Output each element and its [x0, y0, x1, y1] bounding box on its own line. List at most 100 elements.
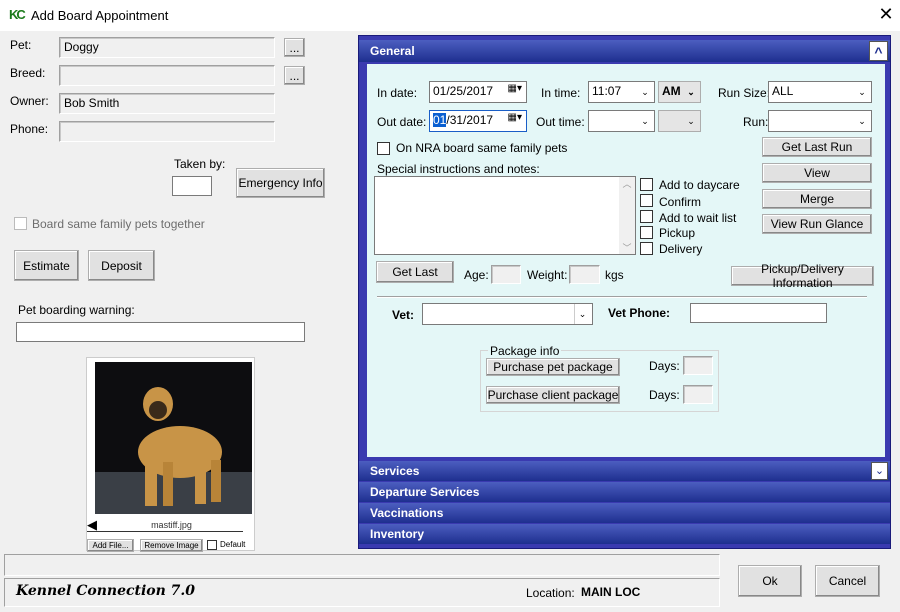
out-time-label: Out time:: [536, 115, 585, 129]
breed-browse-button[interactable]: ...: [284, 66, 305, 85]
scroll-up-icon[interactable]: ︿: [619, 177, 635, 190]
package-info-label: Package info: [488, 344, 562, 358]
taken-by-label: Taken by:: [174, 157, 226, 171]
client-days-field: [683, 385, 713, 404]
emergency-info-button[interactable]: Emergency Info: [236, 168, 325, 198]
board-family-label: Board same family pets together: [32, 217, 205, 231]
scroll-down-icon[interactable]: ﹀: [619, 241, 635, 254]
appointment-panel: General ^ In date: 01/25/2017 ▦▾ In time…: [358, 35, 891, 549]
out-ampm-select[interactable]: ⌄: [658, 110, 701, 132]
confirm-label: Confirm: [659, 195, 702, 209]
view-run-glance-button[interactable]: View Run Glance: [762, 214, 872, 234]
vet-select[interactable]: ⌄: [422, 303, 593, 325]
default-label: Default: [220, 540, 246, 549]
location-label: Location:: [526, 586, 575, 600]
daycare-label: Add to daycare: [659, 178, 740, 192]
default-checkbox[interactable]: [207, 540, 217, 550]
phone-label: Phone:: [10, 122, 49, 136]
deposit-button[interactable]: Deposit: [88, 250, 155, 281]
purchase-pet-package-button[interactable]: Purchase pet package: [486, 358, 620, 376]
pickup-label: Pickup: [659, 226, 696, 240]
departure-services-label: Departure Services: [370, 485, 480, 499]
wait-list-label: Add to wait list: [659, 211, 737, 225]
notes-label: Special instructions and notes:: [377, 162, 540, 176]
out-time-select[interactable]: ⌄: [588, 110, 655, 132]
ampm-select[interactable]: AM ⌄: [658, 81, 701, 103]
get-last-run-button[interactable]: Get Last Run: [762, 137, 872, 157]
pet-field: Doggy: [59, 37, 275, 58]
confirm-checkbox[interactable]: [640, 194, 653, 207]
estimate-button[interactable]: Estimate: [14, 250, 79, 281]
remove-image-button[interactable]: Remove Image: [140, 539, 203, 552]
inventory-header[interactable]: Inventory: [359, 524, 890, 544]
run-select[interactable]: ⌄: [768, 110, 872, 132]
chevron-down-icon: ⌄: [687, 115, 695, 126]
board-family-checkbox[interactable]: [14, 217, 27, 230]
collapse-up-icon[interactable]: ^: [869, 41, 888, 61]
in-date-picker[interactable]: 01/25/2017 ▦▾: [429, 81, 527, 103]
app-logo: KC: [9, 7, 26, 22]
out-date-picker[interactable]: 01/31/2017 ▦▾: [429, 110, 527, 132]
age-label: Age:: [464, 268, 489, 282]
warning-label: Pet boarding warning:: [18, 303, 135, 317]
warning-input[interactable]: [16, 322, 305, 342]
ok-button[interactable]: Ok: [738, 565, 802, 597]
departure-services-header[interactable]: Departure Services: [359, 482, 890, 502]
age-field: [491, 265, 521, 284]
run-size-select[interactable]: ALL ⌄: [768, 81, 872, 103]
daycare-checkbox[interactable]: [640, 178, 653, 191]
close-icon[interactable]: ✕: [876, 4, 896, 25]
in-date-label: In date:: [377, 86, 418, 100]
pet-image-frame: ◀ mastiff.jpg Add File... Remove Image D…: [86, 357, 255, 552]
delivery-label: Delivery: [659, 242, 703, 256]
nra-checkbox[interactable]: [377, 142, 390, 155]
general-header[interactable]: General: [359, 40, 890, 62]
divider: [377, 296, 867, 298]
calendar-icon[interactable]: ▦▾: [508, 112, 522, 123]
calendar-icon[interactable]: ▦▾: [508, 83, 522, 94]
run-size-label: Run Size:: [718, 86, 771, 100]
pet-photo: [95, 362, 252, 514]
pickup-checkbox[interactable]: [640, 226, 653, 239]
add-file-button[interactable]: Add File...: [87, 539, 134, 552]
chevron-down-icon: ⌄: [641, 115, 649, 126]
services-header-label: Services: [370, 464, 420, 478]
view-button[interactable]: View: [762, 163, 872, 183]
vaccinations-label: Vaccinations: [370, 506, 444, 520]
in-time-label: In time:: [541, 86, 581, 100]
owner-field: Bob Smith: [59, 93, 275, 114]
pet-browse-button[interactable]: ...: [284, 38, 305, 57]
image-caption: mastiff.jpg: [151, 520, 192, 530]
get-last-button[interactable]: Get Last: [376, 261, 454, 283]
notes-textarea[interactable]: ︿ ﹀: [374, 176, 636, 255]
merge-button[interactable]: Merge: [762, 189, 872, 209]
vaccinations-header[interactable]: Vaccinations: [359, 503, 890, 523]
breed-field: [59, 65, 275, 86]
delivery-checkbox[interactable]: [640, 242, 653, 255]
chevron-down-icon: ⌄: [687, 86, 695, 97]
in-date-value: 01/25/2017: [433, 84, 494, 98]
weight-label: Weight:: [527, 268, 568, 282]
kgs-label: kgs: [605, 268, 624, 282]
taken-by-input[interactable]: [172, 176, 212, 196]
inventory-label: Inventory: [370, 527, 425, 541]
pickup-delivery-button[interactable]: Pickup/Delivery Information: [731, 262, 874, 290]
vet-phone-input[interactable]: [690, 303, 827, 323]
pet-label: Pet:: [10, 38, 32, 52]
out-date-label: Out date:: [377, 115, 427, 129]
chevron-down-icon: ⌄: [574, 304, 590, 324]
client-days-label: Days:: [649, 388, 680, 402]
expand-down-icon[interactable]: ⌄: [871, 462, 888, 480]
in-time-select[interactable]: 11:07 ⌄: [588, 81, 655, 103]
notes-scrollbar[interactable]: ︿ ﹀: [619, 177, 635, 254]
out-date-rest: /31/2017: [446, 113, 494, 127]
owner-label: Owner:: [10, 94, 49, 108]
vet-phone-label: Vet Phone:: [608, 306, 671, 320]
services-header[interactable]: Services: [359, 461, 890, 481]
run-size-value: ALL: [772, 84, 794, 98]
purchase-client-package-button[interactable]: Purchase client package: [486, 386, 620, 404]
cancel-button[interactable]: Cancel: [815, 565, 880, 597]
vet-label: Vet:: [392, 308, 415, 322]
wait-list-checkbox[interactable]: [640, 210, 653, 223]
general-content: In date: 01/25/2017 ▦▾ In time: 11:07 ⌄ …: [367, 64, 885, 457]
